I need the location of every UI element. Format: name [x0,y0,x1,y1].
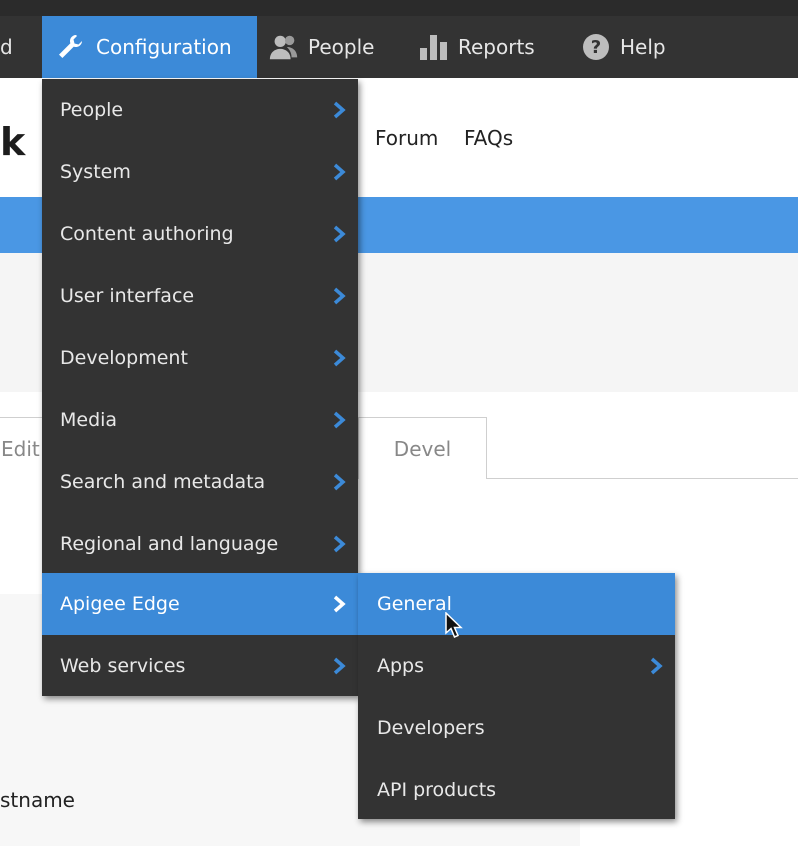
chevron-right-icon [333,595,346,613]
toolbar-item-people[interactable]: People [268,16,374,78]
submenu-item-label: Apps [377,655,425,677]
toolbar-item-configuration[interactable]: Configuration [42,16,257,78]
field-label: stname [0,788,75,812]
admin-toolbar: d Configuration People Reports ? Help [0,16,798,78]
menu-item-user-interface[interactable]: User interface [42,265,358,327]
menu-item-content-authoring[interactable]: Content authoring [42,203,358,265]
menu-item-label: Content authoring [60,223,234,245]
menu-item-label: Web services [60,655,186,677]
chevron-right-icon [333,657,346,675]
submenu-item-label: API products [377,779,497,801]
menu-item-apigee-edge[interactable]: Apigee Edge [42,573,358,635]
mouse-cursor-icon [445,612,463,638]
menu-item-development[interactable]: Development [42,327,358,389]
menu-item-system[interactable]: System [42,141,358,203]
chevron-right-icon [333,225,346,243]
menu-item-web-services[interactable]: Web services [42,635,358,697]
toolbar-item-label: People [308,35,375,59]
menu-item-label: Development [60,347,188,369]
submenu-item-label: Developers [377,717,485,739]
menu-item-label: System [60,161,131,183]
submenu-item-developers[interactable]: Developers [358,697,675,759]
chevron-right-icon [333,473,346,491]
menu-item-label: Search and metadata [60,471,266,493]
toolbar-item-label: Configuration [96,35,232,59]
submenu-item-general[interactable]: General [358,573,675,635]
submenu-item-apps[interactable]: Apps [358,635,675,697]
toolbar-item-reports[interactable]: Reports [418,16,535,78]
toolbar-item-help[interactable]: ? Help [580,16,666,78]
submenu-item-api-products[interactable]: API products [358,759,675,821]
top-strip [0,0,798,16]
svg-text:?: ? [591,37,601,58]
chevron-right-icon [333,287,346,305]
people-icon [268,31,300,63]
chevron-right-icon [333,411,346,429]
configuration-menu: People System Content authoring User int… [42,79,358,696]
menu-item-label: Regional and language [60,533,279,555]
tab-devel[interactable]: Devel [358,417,487,479]
menu-item-people[interactable]: People [42,79,358,141]
menu-item-search-and-metadata[interactable]: Search and metadata [42,451,358,513]
bar-chart-icon [418,31,450,63]
menu-item-label: People [60,99,124,121]
toolbar-item-label: Help [620,35,666,59]
submenu-item-label: General [377,593,452,615]
chevron-right-icon [650,657,663,675]
apigee-edge-submenu: General Apps Developers API products [358,573,675,819]
menu-item-regional-and-language[interactable]: Regional and language [42,513,358,575]
toolbar-item-cut[interactable]: d [0,16,30,78]
nav-link-faqs[interactable]: FAQs [464,126,513,150]
menu-item-media[interactable]: Media [42,389,358,451]
site-title[interactable]: k [0,120,25,164]
wrench-icon [54,31,86,63]
chevron-right-icon [333,163,346,181]
toolbar-item-label: d [0,35,13,59]
chevron-right-icon [333,349,346,367]
chevron-right-icon [333,535,346,553]
nav-link-forum[interactable]: Forum [375,126,438,150]
chevron-right-icon [333,101,346,119]
toolbar-item-label: Reports [458,35,535,59]
menu-item-label: Apigee Edge [60,593,180,615]
menu-item-label: Media [60,409,118,431]
menu-item-label: User interface [60,285,195,307]
help-icon: ? [580,31,612,63]
